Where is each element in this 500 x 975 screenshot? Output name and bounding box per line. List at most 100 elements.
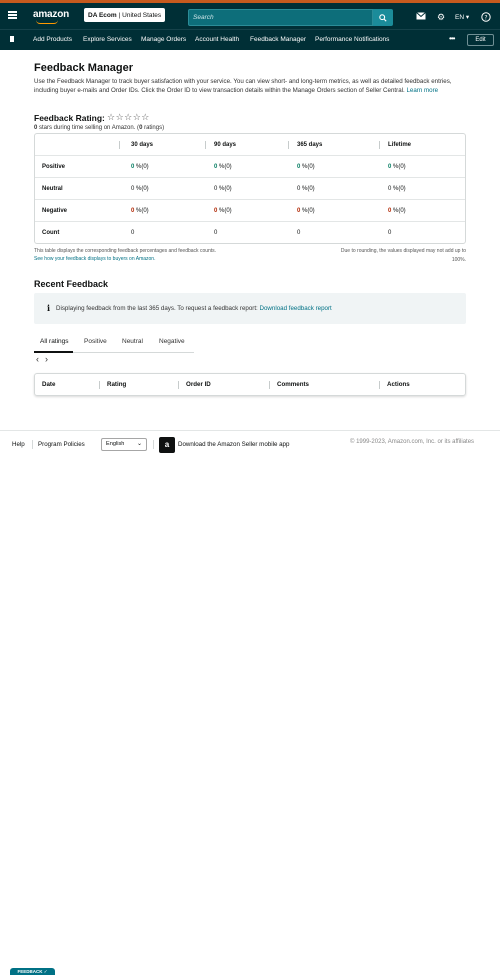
column-header-365-days: 365 days — [297, 142, 323, 148]
negative-90-days: 0 %(0) — [214, 200, 232, 222]
nav-explore-services[interactable]: Explore Services — [83, 36, 132, 43]
column-header-actions: Actions — [387, 381, 410, 388]
positive-90-days-suffix: %(0) — [217, 164, 232, 170]
negative-90-days-suffix: %(0) — [217, 208, 232, 214]
column-header-rating[interactable]: Rating — [107, 374, 126, 395]
nav-performance-notifications[interactable]: Performance Notifications — [315, 36, 389, 43]
footer-help-link[interactable]: Help — [12, 441, 25, 448]
footer-language-select[interactable]: English ⌄ — [101, 438, 147, 451]
search-button[interactable] — [373, 9, 393, 26]
row-label-neutral: Neutral — [42, 186, 63, 192]
table-row: Negative 0 %(0) 0 %(0) 0 %(0) 0 %(0) — [35, 200, 465, 222]
feedback-button[interactable]: FEEDBACK ✓ — [10, 968, 55, 975]
column-divider — [205, 141, 206, 149]
language-selector[interactable]: EN ▾ — [455, 13, 469, 21]
tab-neutral[interactable]: Neutral — [122, 338, 143, 345]
language-label: EN — [455, 14, 465, 21]
nav-add-products[interactable]: Add Products — [33, 36, 72, 43]
column-divider — [178, 381, 179, 389]
download-report-link[interactable]: Download feedback report — [260, 305, 332, 312]
table-row: Positive 0 %(0) 0 %(0) 0 %(0) 0 %(0) — [35, 156, 465, 178]
row-label-count: Count — [42, 230, 60, 236]
negative-30-days: 0 %(0) — [131, 200, 149, 222]
learn-more-link[interactable]: Learn more — [406, 87, 438, 94]
copyright-text: © 1999-2023, Amazon.com, Inc. or its aff… — [350, 439, 475, 445]
account-name: DA Ecom — [88, 11, 117, 19]
count-30-days: 0 — [131, 230, 135, 236]
pagination: ‹ › — [36, 354, 54, 364]
count-lifetime: 0 — [388, 230, 392, 236]
negative-30-days-suffix: %(0) — [134, 208, 149, 214]
gear-icon[interactable]: ⚙ — [436, 12, 446, 22]
info-icon: i — [47, 303, 51, 313]
search-input[interactable]: Search — [188, 9, 373, 26]
bookmark-icon[interactable] — [10, 36, 14, 42]
tab-all-ratings[interactable]: All ratings — [40, 338, 69, 345]
rating-summary-suffix: ratings) — [142, 125, 165, 131]
seller-app-icon[interactable]: a — [159, 437, 175, 453]
positive-30-days-suffix: %(0) — [134, 164, 149, 170]
positive-90-days: 0 %(0) — [214, 156, 232, 178]
neutral-365-days: 0 %(0) — [297, 186, 315, 192]
chevron-down-icon: ▾ — [465, 14, 470, 21]
mail-icon[interactable] — [416, 12, 426, 22]
footer-divider — [32, 440, 33, 449]
column-header-date[interactable]: Date — [42, 374, 55, 395]
search-icon — [379, 13, 387, 22]
nav-manage-orders[interactable]: Manage Orders — [141, 36, 186, 43]
negative-lifetime: 0 %(0) — [388, 200, 406, 222]
column-divider — [119, 141, 120, 149]
edit-nav-button[interactable]: Edit — [467, 34, 494, 46]
info-alert: i Displaying feedback from the last 365 … — [34, 293, 466, 324]
tab-negative[interactable]: Negative — [159, 338, 185, 345]
column-header-comments[interactable]: Comments — [277, 374, 309, 395]
top-bar: amazon DA Ecom | United States Search ⚙ … — [0, 0, 500, 29]
column-divider — [379, 141, 380, 149]
column-header-order-id[interactable]: Order ID — [186, 374, 211, 395]
neutral-30-days: 0 %(0) — [131, 186, 149, 192]
row-label-negative: Negative — [42, 208, 68, 214]
chevron-right-icon[interactable]: › — [45, 354, 48, 364]
table-note: This table displays the corresponding fe… — [34, 247, 216, 263]
amazon-logo[interactable]: amazon — [33, 9, 69, 20]
column-header-lifetime: Lifetime — [388, 142, 412, 148]
intro-description: Use the Feedback Manager to track buyer … — [34, 78, 452, 94]
negative-365-days: 0 %(0) — [297, 200, 315, 222]
footer-program-policies-link[interactable]: Program Policies — [38, 441, 85, 448]
feedback-list-table: Date Rating Order ID Comments Actions — [34, 373, 466, 396]
rating-tabs: All ratings Positive Neutral Negative — [34, 331, 194, 353]
count-90-days: 0 — [214, 230, 218, 236]
menu-icon[interactable] — [8, 11, 17, 19]
positive-365-days: 0 %(0) — [297, 156, 315, 178]
feedback-rating-label: Feedback Rating: — [34, 113, 105, 123]
nav-bar: Add Products Explore Services Manage Ord… — [0, 29, 500, 50]
table-row: Neutral 0 %(0) 0 %(0) 0 %(0) 0 %(0) — [35, 178, 465, 200]
chevron-down-icon: ⌄ — [136, 441, 142, 447]
account-switcher[interactable]: DA Ecom | United States — [84, 8, 166, 22]
nav-feedback-manager[interactable]: Feedback Manager — [250, 36, 306, 43]
buyer-view-link[interactable]: See how your feedback displays to buyers… — [34, 255, 216, 263]
table-row: Count 0 0 0 0 — [35, 222, 465, 244]
positive-lifetime: 0 %(0) — [388, 156, 406, 178]
footer-divider — [153, 440, 154, 449]
feedback-metrics-table: 30 days 90 days 365 days Lifetime Positi… — [34, 133, 466, 244]
nav-account-health[interactable]: Account Health — [195, 36, 239, 43]
more-icon[interactable]: ••• — [449, 34, 455, 43]
positive-lifetime-suffix: %(0) — [391, 164, 406, 170]
help-icon[interactable]: ? — [481, 12, 491, 22]
footer: Help Program Policies English ⌄ a Downlo… — [0, 430, 500, 458]
amazon-logo-smile — [36, 20, 58, 24]
table-header-row: 30 days 90 days 365 days Lifetime — [35, 134, 465, 156]
column-header-90-days: 90 days — [214, 142, 237, 148]
info-message-text: Displaying feedback from the last 365 da… — [56, 305, 260, 312]
tab-positive[interactable]: Positive — [84, 338, 107, 345]
download-app-link[interactable]: Download the Amazon Seller mobile app — [178, 441, 289, 448]
chevron-left-icon[interactable]: ‹ — [36, 354, 39, 364]
neutral-lifetime: 0 %(0) — [388, 186, 406, 192]
positive-30-days: 0 %(0) — [131, 156, 149, 178]
rating-summary: 0 stars during time selling on Amazon. (… — [34, 125, 164, 131]
column-header-30-days: 30 days — [131, 142, 154, 148]
intro-text: Use the Feedback Manager to track buyer … — [34, 78, 464, 95]
footer-language-value: English — [106, 441, 125, 447]
positive-365-days-suffix: %(0) — [300, 164, 315, 170]
